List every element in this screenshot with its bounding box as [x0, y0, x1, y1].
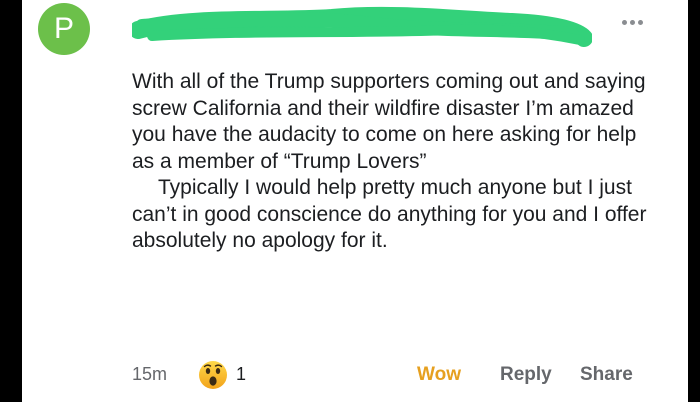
- comment-actions: 15m 1 Wow Reply Share: [132, 360, 642, 390]
- comment-card: P With all of the Trump supporters comin…: [22, 0, 688, 402]
- more-dot: [638, 20, 643, 25]
- more-dot: [622, 20, 627, 25]
- reply-button[interactable]: Reply: [500, 364, 552, 386]
- avatar-initial: P: [53, 12, 74, 45]
- reaction-count: 1: [236, 364, 247, 384]
- share-button[interactable]: Share: [580, 364, 633, 386]
- comment-body: With all of the Trump supporters coming …: [132, 69, 652, 255]
- more-dot: [630, 20, 635, 25]
- wow-reaction-button[interactable]: Wow: [417, 364, 461, 386]
- avatar[interactable]: P: [38, 3, 90, 55]
- more-horizontal-icon[interactable]: [622, 20, 643, 25]
- comment-paragraph: Typically I would help pretty much anyon…: [132, 176, 647, 252]
- comment-timestamp: 15m: [132, 364, 168, 384]
- redacted-author-name: [132, 6, 592, 47]
- comment-paragraph: With all of the Trump supporters coming …: [132, 70, 646, 173]
- wow-emoji-icon[interactable]: [198, 360, 228, 390]
